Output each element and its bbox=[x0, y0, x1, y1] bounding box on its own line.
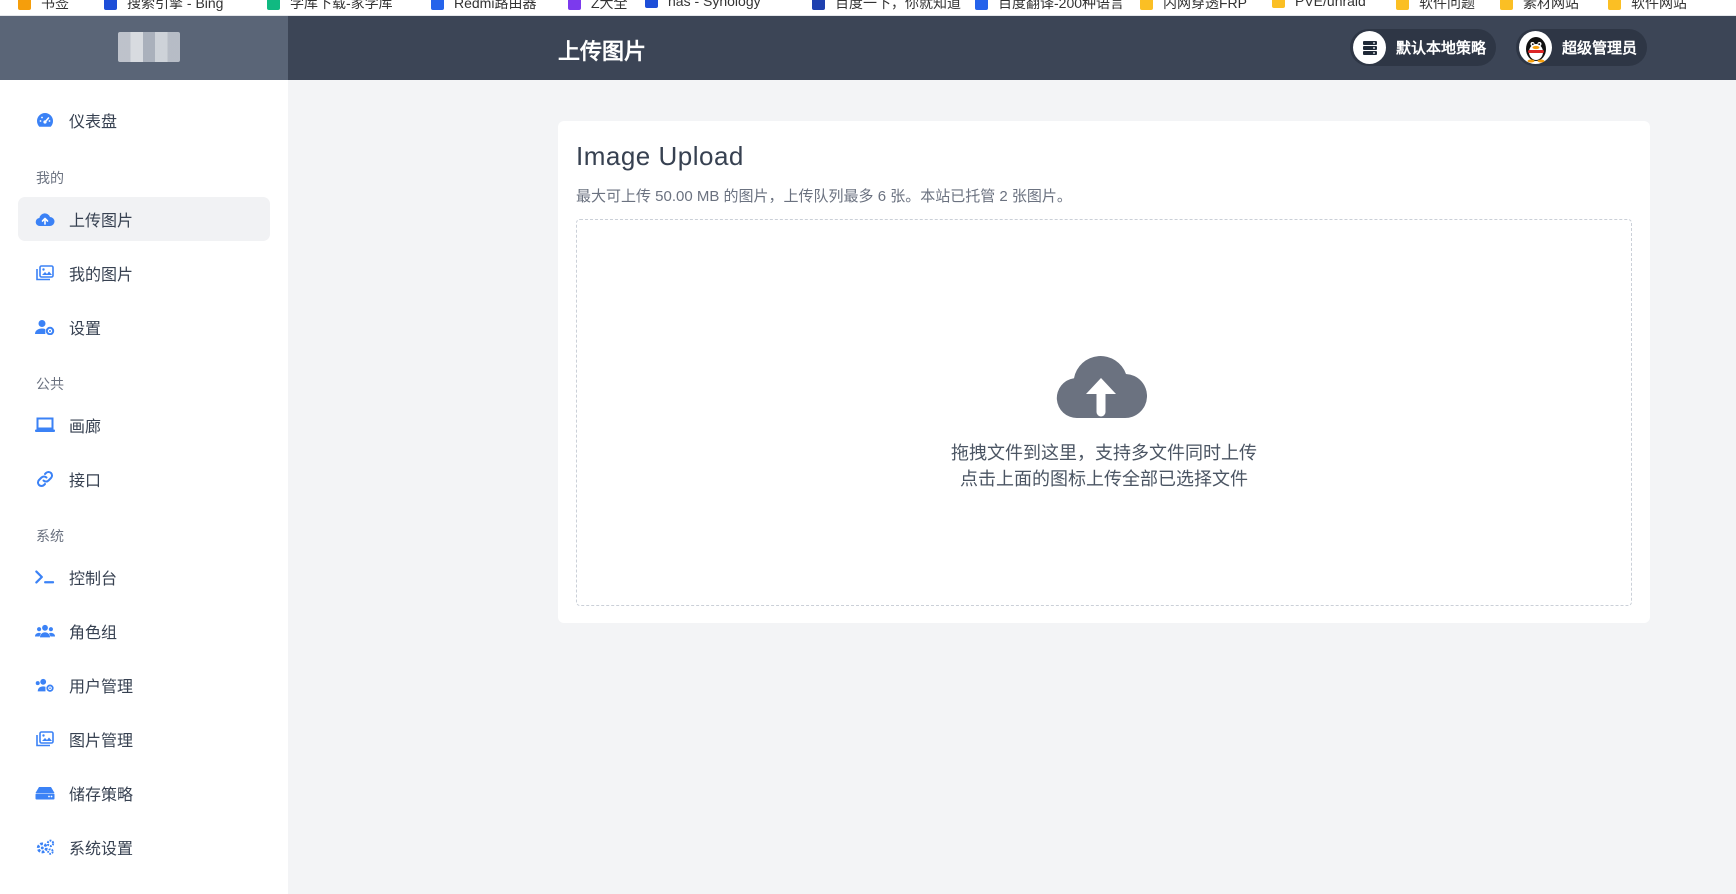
folder-icon bbox=[1396, 0, 1409, 10]
file-dropzone[interactable]: 拖拽文件到这里，支持多文件同时上传 点击上面的图标上传全部已选择文件 bbox=[576, 219, 1632, 606]
users-cog-icon bbox=[35, 676, 55, 694]
bookmark-folder[interactable]: 内网穿透FRP bbox=[1140, 0, 1247, 13]
bookmark-item[interactable]: Z大全 bbox=[568, 0, 628, 13]
sidebar-item-api[interactable]: 接口 bbox=[18, 457, 270, 501]
bookmarks-bar: 书签 搜索引擎 - Bing 学库下载-家学库 Redmi路由器 Z大全 nas… bbox=[0, 0, 1736, 16]
sidebar-item-gallery[interactable]: 画廊 bbox=[18, 403, 270, 447]
router-icon bbox=[431, 0, 444, 10]
baidu-icon bbox=[812, 0, 825, 10]
link-icon bbox=[35, 470, 55, 488]
folder-icon bbox=[1272, 0, 1285, 8]
laptop-icon bbox=[35, 416, 55, 434]
dsm-icon bbox=[645, 0, 658, 8]
bookmark-item[interactable]: 百度翻译-200种语言 bbox=[975, 0, 1124, 13]
sidebar-item-roles[interactable]: 角色组 bbox=[18, 609, 270, 653]
server-icon bbox=[1353, 31, 1386, 64]
hard-drive-icon bbox=[35, 784, 55, 802]
sidebar-item-label: 上传图片 bbox=[69, 213, 134, 230]
sidebar: 仪表盘 我的 上传图片 我的图片 设置 公共 画廊 接口 系统 控制台 角色组 … bbox=[0, 80, 288, 894]
site-icon bbox=[568, 0, 581, 10]
top-header: 上传图片 默认本地策略 超级管理员 bbox=[0, 16, 1736, 80]
dashboard-icon bbox=[35, 111, 55, 129]
sidebar-item-label: 系统设置 bbox=[69, 841, 134, 858]
sidebar-item-label: 仪表盘 bbox=[69, 114, 118, 131]
bookmark-folder[interactable]: 素材网站 bbox=[1500, 0, 1579, 13]
nav-group-mine: 我的 bbox=[36, 170, 64, 186]
cloud-upload-icon[interactable] bbox=[1055, 354, 1147, 420]
images-icon bbox=[35, 264, 55, 282]
nav-group-public: 公共 bbox=[36, 376, 64, 392]
sidebar-item-image-management[interactable]: 图片管理 bbox=[18, 717, 270, 761]
site-logo[interactable] bbox=[118, 32, 180, 62]
sidebar-item-dashboard[interactable]: 仪表盘 bbox=[18, 98, 270, 142]
sidebar-item-users[interactable]: 用户管理 bbox=[18, 663, 270, 707]
folder-icon bbox=[1500, 0, 1513, 10]
sidebar-item-label: 我的图片 bbox=[69, 267, 134, 284]
sidebar-item-label: 控制台 bbox=[69, 571, 118, 588]
users-group-icon bbox=[35, 622, 55, 640]
user-label: 超级管理员 bbox=[1562, 40, 1638, 57]
folder-icon bbox=[1140, 0, 1153, 10]
star-icon bbox=[18, 0, 31, 10]
logo-area bbox=[0, 16, 288, 80]
sidebar-item-storage[interactable]: 储存策略 bbox=[18, 771, 270, 815]
upload-card: Image Upload 最大可上传 50.00 MB 的图片，上传队列最多 6… bbox=[558, 121, 1650, 623]
card-title: Image Upload bbox=[576, 141, 744, 171]
sidebar-item-console[interactable]: 控制台 bbox=[18, 555, 270, 599]
cloud-upload-icon bbox=[35, 210, 55, 228]
cogs-icon bbox=[35, 838, 55, 856]
site-icon bbox=[267, 0, 280, 10]
sidebar-item-system-settings[interactable]: 系统设置 bbox=[18, 825, 270, 869]
folder-icon bbox=[1608, 0, 1621, 10]
upload-limits-text: 最大可上传 50.00 MB 的图片，上传队列最多 6 张。本站已托管 2 张图… bbox=[576, 188, 1072, 205]
sidebar-item-label: 图片管理 bbox=[69, 733, 134, 750]
page-title: 上传图片 bbox=[558, 39, 647, 64]
bookmark-item[interactable]: nas - Synology bbox=[645, 0, 761, 9]
sidebar-item-label: 角色组 bbox=[69, 625, 118, 642]
strategy-label: 默认本地策略 bbox=[1396, 40, 1487, 57]
user-cog-icon bbox=[35, 318, 55, 336]
sidebar-item-label: 储存策略 bbox=[69, 787, 134, 804]
bookmark-item[interactable]: 学库下载-家学库 bbox=[267, 0, 393, 13]
user-menu-button[interactable]: 超级管理员 bbox=[1516, 29, 1648, 66]
sidebar-item-upload[interactable]: 上传图片 bbox=[18, 197, 270, 241]
translate-icon bbox=[975, 0, 988, 10]
sidebar-item-label: 设置 bbox=[69, 321, 102, 338]
drop-hint-text: 拖拽文件到这里，支持多文件同时上传 bbox=[951, 443, 1257, 463]
terminal-icon bbox=[35, 568, 55, 586]
click-hint-text: 点击上面的图标上传全部已选择文件 bbox=[960, 469, 1248, 489]
sidebar-item-settings[interactable]: 设置 bbox=[18, 305, 270, 349]
bookmark-folder[interactable]: 软件网站 bbox=[1608, 0, 1687, 13]
sidebar-item-label: 用户管理 bbox=[69, 679, 134, 696]
bookmark-item[interactable]: 搜索引擎 - Bing bbox=[104, 0, 223, 13]
bookmark-folder[interactable]: PVE/unraid bbox=[1272, 0, 1366, 9]
penguin-avatar-icon bbox=[1525, 36, 1546, 62]
avatar bbox=[1519, 31, 1552, 64]
bing-icon bbox=[104, 0, 117, 10]
sidebar-item-my-images[interactable]: 我的图片 bbox=[18, 251, 270, 295]
bookmark-item[interactable]: Redmi路由器 bbox=[431, 0, 536, 13]
nav-group-system: 系统 bbox=[36, 528, 64, 544]
bookmark-item[interactable]: 书签 bbox=[18, 0, 69, 13]
sidebar-item-label: 画廊 bbox=[69, 419, 102, 436]
storage-strategy-button[interactable]: 默认本地策略 bbox=[1350, 29, 1497, 66]
bookmark-item[interactable]: 百度一下，你就知道 bbox=[812, 0, 961, 13]
bookmark-folder[interactable]: 软件问题 bbox=[1396, 0, 1475, 13]
sidebar-item-label: 接口 bbox=[69, 473, 102, 490]
images-icon bbox=[35, 730, 55, 748]
